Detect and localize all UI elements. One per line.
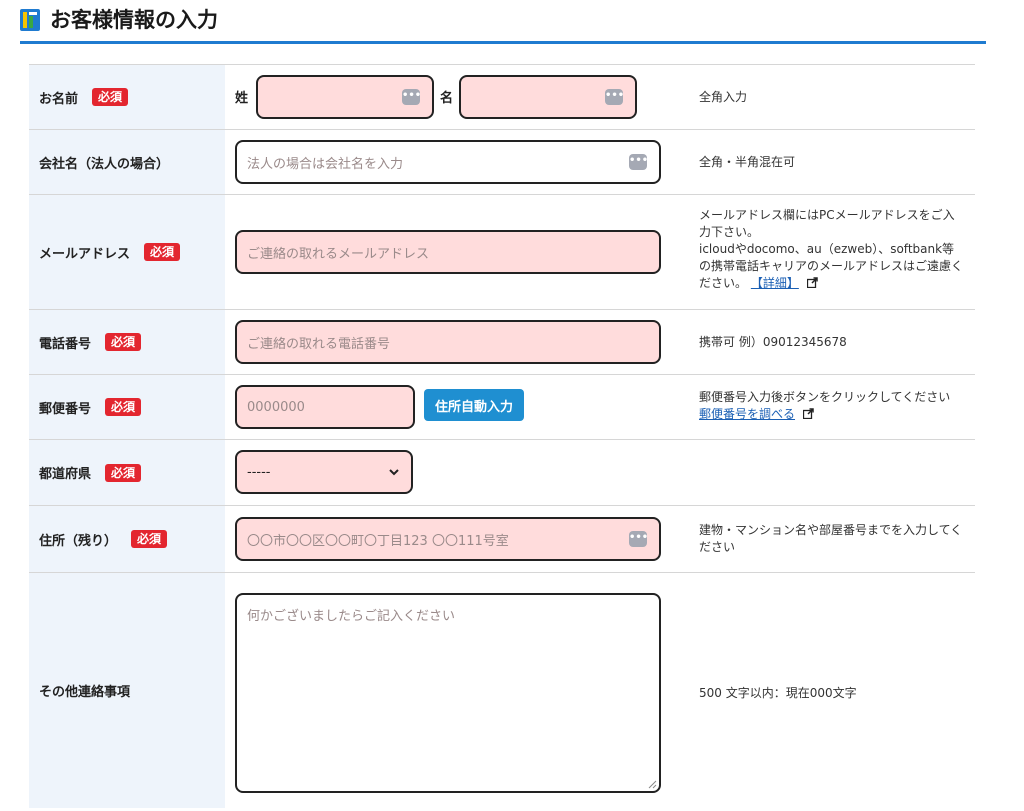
prefecture-select[interactable]: -----	[235, 450, 413, 494]
brand-logo-icon	[20, 9, 40, 31]
email-placeholder: ご連絡の取れるメールアドレス	[247, 246, 430, 262]
page-title: お客様情報の入力	[50, 8, 218, 32]
label-company: 会社名（法人の場合）	[29, 130, 225, 194]
field-label: 郵便番号	[39, 401, 92, 417]
note-line: 建物・マンション名や部屋番号までを入力してく	[699, 523, 963, 537]
autofill-icon[interactable]: •••	[402, 89, 421, 105]
address-input[interactable]: 〇〇市〇〇区〇〇町〇丁目123 〇〇111号室 •••	[235, 517, 661, 561]
note-text: ださい。	[699, 276, 748, 290]
phone-placeholder: ご連絡の取れる電話番号	[247, 336, 391, 352]
chevron-down-icon[interactable]	[389, 467, 399, 477]
resize-grip-icon[interactable]	[647, 779, 657, 789]
required-badge: 必須	[131, 530, 168, 548]
address-placeholder: 〇〇市〇〇区〇〇町〇丁目123 〇〇111号室	[247, 533, 509, 549]
field-label: 住所（残り）	[39, 533, 118, 549]
company-input[interactable]: 法人の場合は会社名を入力 •••	[235, 140, 661, 184]
autofill-icon[interactable]: •••	[629, 531, 648, 547]
address-autofill-button[interactable]: 住所自動入力	[424, 389, 524, 421]
company-note: 全角・半角混在可	[699, 155, 796, 169]
field-label: メールアドレス	[39, 246, 131, 262]
required-badge: 必須	[144, 243, 181, 261]
note-line: ださい	[699, 540, 736, 554]
customer-form: お名前 必須 姓 ••• 名 ••• 全角入力 会社名（法人の場合） 法人の場合…	[29, 64, 975, 808]
field-label: 電話番号	[39, 336, 92, 352]
char-count-note: 500 文字以内：現在000文字	[699, 686, 857, 700]
field-label: 都道府県	[39, 467, 92, 482]
label-prefecture: 都道府県 必須	[29, 440, 225, 505]
autofill-icon[interactable]: •••	[629, 154, 648, 170]
row-other: その他連絡事項 何かございましたらご記入ください 500 文字以内：現在000文…	[29, 573, 975, 808]
other-textarea[interactable]: 何かございましたらご記入ください	[235, 593, 661, 793]
page-header: お客様情報の入力	[20, 0, 986, 44]
other-placeholder: 何かございましたらご記入ください	[247, 609, 456, 624]
name-note: 全角入力	[699, 90, 748, 104]
note-line: ださい。 【詳細】	[699, 275, 969, 292]
company-placeholder: 法人の場合は会社名を入力	[247, 156, 404, 172]
required-badge: 必須	[105, 333, 142, 351]
row-name: お名前 必須 姓 ••• 名 ••• 全角入力	[29, 65, 975, 130]
required-badge: 必須	[92, 88, 129, 106]
email-input[interactable]: ご連絡の取れるメールアドレス	[235, 230, 661, 274]
first-name-input[interactable]: •••	[459, 75, 637, 119]
required-badge: 必須	[105, 398, 142, 416]
detail-link[interactable]: 【詳細】	[751, 276, 799, 290]
zip-note: 郵便番号入力後ボタンをクリックしてください 郵便番号を調べる	[699, 389, 969, 423]
label-name: お名前 必須	[29, 65, 225, 129]
field-label: 会社名（法人の場合）	[39, 156, 170, 172]
note-line: メールアドレス欄にはPCメールアドレスをご入	[699, 208, 955, 222]
zip-lookup-link[interactable]: 郵便番号を調べる	[699, 407, 795, 421]
sei-label: 姓	[235, 91, 249, 106]
label-email: メールアドレス 必須	[29, 195, 225, 309]
last-name-input[interactable]: •••	[256, 75, 434, 119]
address-note: 建物・マンション名や部屋番号までを入力してく ださい	[699, 522, 969, 556]
row-prefecture: 都道府県 必須 -----	[29, 440, 975, 506]
row-zip: 郵便番号 必須 0000000 住所自動入力 郵便番号入力後ボタンをクリックして…	[29, 375, 975, 440]
zip-placeholder: 0000000	[247, 399, 305, 415]
label-phone: 電話番号 必須	[29, 310, 225, 374]
external-link-icon[interactable]	[802, 408, 814, 419]
note-line: 力下さい。	[699, 225, 760, 239]
row-email: メールアドレス 必須 ご連絡の取れるメールアドレス メールアドレス欄にはPCメー…	[29, 195, 975, 310]
email-note: メールアドレス欄にはPCメールアドレスをご入 力下さい。 icloudやdoco…	[699, 207, 969, 292]
phone-input[interactable]: ご連絡の取れる電話番号	[235, 320, 661, 364]
field-label: その他連絡事項	[39, 685, 131, 700]
note-line: の携帯電話キャリアのメールアドレスはご遠慮く	[699, 259, 964, 273]
row-phone: 電話番号 必須 ご連絡の取れる電話番号 携帯可 例）09012345678	[29, 310, 975, 375]
note-line: 郵便番号入力後ボタンをクリックしてください	[699, 390, 951, 404]
label-other: その他連絡事項	[29, 573, 225, 808]
external-link-icon[interactable]	[806, 277, 818, 288]
note-line: 郵便番号を調べる	[699, 406, 969, 423]
row-company: 会社名（法人の場合） 法人の場合は会社名を入力 ••• 全角・半角混在可	[29, 130, 975, 195]
label-zip: 郵便番号 必須	[29, 375, 225, 439]
prefecture-selected: -----	[247, 464, 271, 480]
mei-label: 名	[440, 91, 454, 106]
autofill-icon[interactable]: •••	[605, 89, 624, 105]
row-address: 住所（残り） 必須 〇〇市〇〇区〇〇町〇丁目123 〇〇111号室 ••• 建物…	[29, 506, 975, 573]
label-address: 住所（残り） 必須	[29, 506, 225, 572]
required-badge: 必須	[105, 463, 142, 482]
field-label: お名前	[39, 91, 79, 107]
phone-note: 携帯可 例）09012345678	[699, 335, 847, 349]
zip-input[interactable]: 0000000	[235, 385, 415, 429]
note-line: icloudやdocomo、au（ezweb）、softbank等	[699, 242, 955, 256]
